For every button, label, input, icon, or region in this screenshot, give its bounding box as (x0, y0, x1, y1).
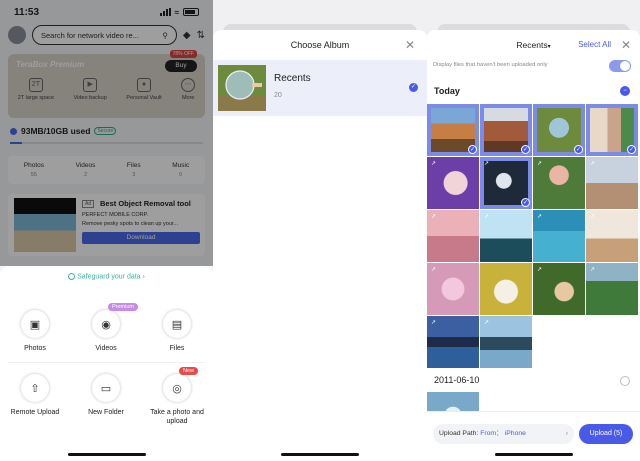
remote-upload-button[interactable]: ⇧ Remote Upload (0, 374, 70, 417)
live-photo-icon: ↗ (590, 214, 596, 220)
section-title-date: 2011-06-10 (434, 375, 480, 385)
photo-picker-screen: Recents▾ Select All ✕ Display files that… (427, 0, 640, 461)
photo-thumb[interactable]: ↗ (427, 263, 479, 315)
home-indicator (68, 453, 146, 456)
filter-toggle[interactable] (609, 60, 631, 72)
live-photo-icon: ↗ (590, 161, 596, 167)
photo-grid: ✓ ✓ ✓ ✓ ↗ ✓ ↗ ↗ ↗ ↗ ↗ ↗ ↗ ↗ ↗ ↗ ↗ ↗ (427, 104, 640, 368)
new-badge: New (179, 367, 199, 375)
remote-upload-icon: ⇧ (21, 374, 49, 402)
live-photo-icon: ↗ (484, 214, 490, 220)
choose-album-sheet: Choose Album ✕ Recents 20 ✓ (213, 30, 427, 461)
action-label: Photos (24, 345, 46, 352)
live-photo-icon: ↗ (431, 320, 437, 326)
upload-bar: Upload Path: From： iPhone › Upload (5) (427, 411, 640, 461)
divider (8, 362, 205, 363)
upload-path-label: Upload Path: (439, 430, 479, 437)
safeguard-text: Safeguard your data (77, 273, 141, 281)
photo-thumb[interactable]: ✓ (427, 104, 479, 156)
chevron-right-icon: › (565, 430, 568, 437)
modal-overlay[interactable] (0, 0, 213, 266)
check-icon: ✓ (409, 83, 418, 92)
live-photo-icon: ↗ (537, 214, 543, 220)
file-icon: ▤ (163, 310, 191, 338)
upload-videos-button[interactable]: ◉ Premium Videos (71, 303, 141, 353)
live-photo-icon: ↗ (484, 320, 490, 326)
folder-icon: ▭ (92, 374, 120, 402)
photo-icon: ▣ (21, 310, 49, 338)
photo-thumb[interactable]: ↗ (586, 263, 638, 315)
photo-thumb[interactable]: ↗ (427, 316, 479, 368)
live-photo-icon: ↗ (431, 214, 437, 220)
album-thumbnail (218, 65, 266, 111)
live-photo-icon: ↗ (431, 267, 437, 273)
live-photo-icon: ↗ (537, 161, 543, 167)
upload-sheet: Safeguard your data › ▣ Photos ◉ Premium… (0, 266, 213, 461)
camera-icon: ◎ New (163, 367, 199, 402)
album-count: 20 (274, 92, 282, 99)
action-label: New Folder (88, 409, 124, 416)
photo-thumb[interactable]: ✓ (586, 104, 638, 156)
action-label: Videos (95, 345, 117, 352)
upload-path-selector[interactable]: Upload Path: From： iPhone › (433, 424, 574, 444)
check-icon: ✓ (627, 145, 636, 154)
upload-path-value: iPhone (504, 430, 526, 437)
check-icon: ✓ (574, 145, 583, 154)
photo-thumb[interactable]: ↗ (533, 210, 585, 262)
photo-thumb[interactable]: ✓ ↗ (480, 157, 532, 209)
caret-down-icon: ▾ (547, 44, 551, 50)
album-name: Recents (274, 73, 311, 84)
section-select-radio[interactable] (620, 376, 630, 386)
live-photo-icon: ↗ (431, 161, 437, 167)
close-icon[interactable]: ✕ (621, 38, 631, 52)
section-select-all-check[interactable]: − (620, 86, 630, 96)
upload-path-from: From： (480, 430, 503, 437)
safeguard-link[interactable]: Safeguard your data › (0, 273, 213, 280)
photo-thumb[interactable]: ↗ (533, 263, 585, 315)
upload-button[interactable]: Upload (5) (579, 424, 633, 444)
photo-thumb[interactable]: ✓ (533, 104, 585, 156)
home-screen: 11:53 ≈ Search for network video re... ⚲… (0, 0, 213, 461)
premium-badge: Premium (108, 303, 139, 311)
take-photo-upload-button[interactable]: ◎ New Take a photo and upload (142, 367, 212, 426)
album-item-recents[interactable]: Recents 20 ✓ (213, 60, 427, 116)
photo-thumb[interactable]: ↗ (480, 210, 532, 262)
video-icon: ◉ Premium (92, 303, 139, 338)
live-photo-icon: ↗ (484, 161, 490, 167)
home-indicator (281, 453, 359, 456)
section-title-today: Today (434, 86, 460, 96)
photo-thumb[interactable]: ↗ (586, 210, 638, 262)
select-all-button[interactable]: Select All (578, 40, 611, 49)
action-label: Files (169, 345, 185, 352)
check-icon: ✓ (468, 145, 477, 154)
upload-files-button[interactable]: ▤ Files (142, 310, 212, 353)
sheet-title: Choose Album (290, 40, 350, 50)
check-icon: ✓ (521, 198, 530, 207)
photo-picker-sheet: Recents▾ Select All ✕ Display files that… (427, 30, 640, 461)
album-dropdown-label: Recents (516, 40, 548, 50)
photo-thumb[interactable]: ↗ (427, 210, 479, 262)
close-icon[interactable]: ✕ (405, 38, 415, 52)
photo-thumb[interactable] (480, 263, 532, 315)
photo-thumb[interactable]: ↗ (427, 157, 479, 209)
new-folder-button[interactable]: ▭ New Folder (71, 374, 141, 417)
action-label: Remote Upload (10, 409, 60, 416)
filter-label: Display files that haven't been uploaded… (433, 62, 548, 68)
home-indicator (495, 453, 573, 456)
shield-icon (68, 273, 76, 280)
upload-photos-button[interactable]: ▣ Photos (0, 310, 70, 353)
action-label: Take a photo and upload (150, 409, 204, 425)
photo-thumb[interactable]: ↗ (533, 157, 585, 209)
live-photo-icon: ↗ (590, 267, 596, 273)
live-photo-icon: ↗ (537, 267, 543, 273)
photo-thumb[interactable]: ✓ (480, 104, 532, 156)
check-icon: ✓ (521, 145, 530, 154)
photo-thumb[interactable]: ↗ (480, 316, 532, 368)
photo-thumb[interactable]: ↗ (586, 157, 638, 209)
choose-album-screen: Choose Album ✕ Recents 20 ✓ (213, 0, 427, 461)
